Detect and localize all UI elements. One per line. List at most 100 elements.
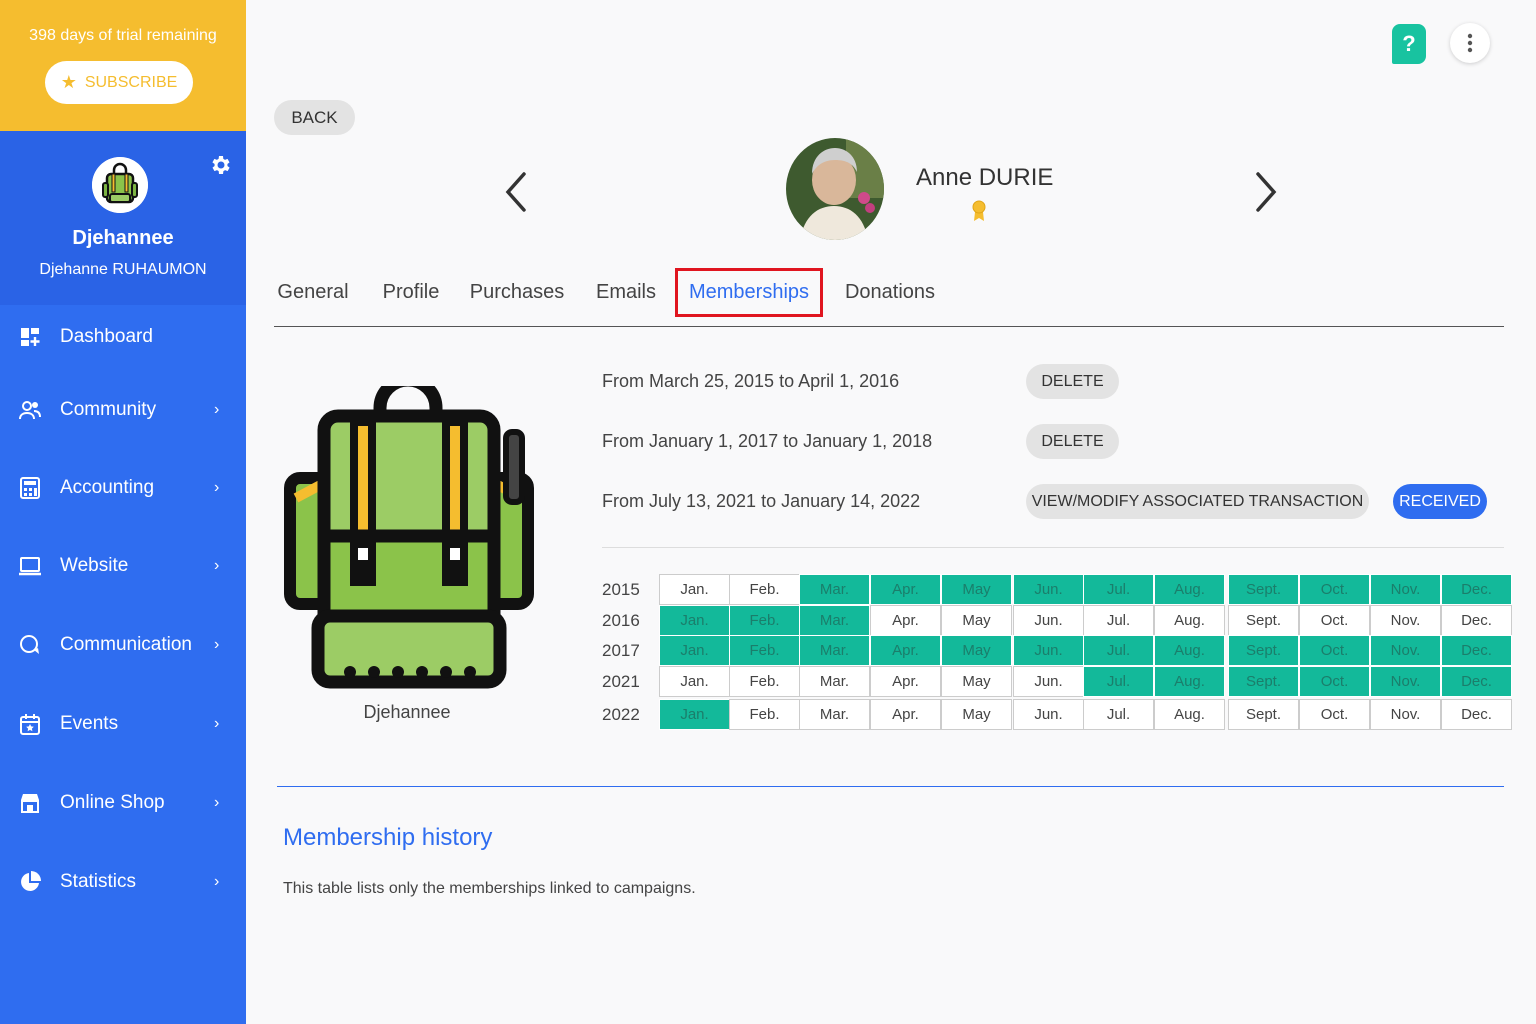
more-options-button[interactable] [1450,23,1490,63]
member-badge-icon [971,200,987,222]
calendar-month-cell: Jul. [1083,699,1154,730]
divider [277,786,1504,787]
calendar-month-cell: Feb. [729,574,800,605]
sidebar-item-label: Dashboard [60,326,153,347]
calendar-month-cell: Jul. [1083,574,1154,605]
delete-button[interactable]: DELETE [1026,424,1119,459]
divider [602,547,1504,548]
membership-caption: Djehannee [363,702,451,722]
sidebar-item-communication[interactable]: Communication › [0,617,246,673]
back-button[interactable]: BACK [274,100,355,135]
calendar-month-cell: Jun. [1013,605,1084,636]
website-icon [18,554,42,578]
calendar-month-cell: Mar. [799,699,870,730]
membership-history-description: This table lists only the memberships li… [283,880,696,897]
calendar-row: 2015 Jan. Feb. Mar. Apr. May Jun. Jul. Aug. Sept.… [602,574,1512,605]
calendar-month-cell: Dec. [1441,699,1512,730]
sidebar-item-statistics[interactable]: Statistics › [0,854,246,910]
calendar-row: 2017 Jan. Feb. Mar. Apr. May Jun. Jul. Aug. Sept.… [602,635,1512,666]
sidebar-item-dashboard[interactable]: Dashboard [0,309,246,365]
calendar-month-cell: Aug. [1154,574,1225,605]
statistics-icon [18,870,42,894]
calendar-month-cell: Aug. [1154,635,1225,666]
account-block: Djehannee Djehanne RUHAUMON [0,131,246,305]
chevron-right-icon: › [214,794,220,811]
membership-backpack-icon [284,373,534,690]
events-icon [18,712,42,736]
calendar-month-cell: Oct. [1299,574,1370,605]
calendar-month-cell: Jan. [659,574,730,605]
calendar-month-cell: Sept. [1228,605,1299,636]
calendar-month-cell: Sept. [1228,635,1299,666]
previous-contact-button[interactable] [502,170,530,214]
contact-name: Anne DURIE [916,164,1054,191]
gear-icon[interactable] [208,153,232,177]
calendar-month-cell: Oct. [1299,666,1370,697]
tab-purchases[interactable]: Purchases [470,268,565,317]
calendar-month-cell: Oct. [1299,605,1370,636]
sidebar-item-events[interactable]: Events › [0,696,246,752]
account-name: Djehannee [72,227,174,249]
next-contact-button[interactable] [1252,170,1280,214]
sidebar-item-accounting[interactable]: Accounting › [0,460,246,516]
chevron-right-icon: › [214,636,220,653]
calendar-month-cell: Jan. [659,605,730,636]
chevron-right-icon: › [214,557,220,574]
calendar-month-cell: Feb. [729,605,800,636]
tab-donations[interactable]: Donations [842,268,938,317]
sidebar: 398 days of trial remaining ★ SUBSCRIBE … [0,0,246,1024]
sidebar-item-label: Community [60,399,157,420]
sidebar-item-website[interactable]: Website › [0,538,246,594]
calendar-month-cell: Jun. [1013,574,1084,605]
received-status-button[interactable]: RECEIVED [1393,484,1487,519]
calendar-month-cell: Dec. [1441,605,1512,636]
sidebar-item-label: Events [60,713,119,734]
calendar-month-cell: Apr. [870,699,941,730]
calendar-month-cell: Feb. [729,699,800,730]
chevron-right-icon: › [214,401,220,418]
chevron-right-icon [1256,172,1277,212]
more-vertical-icon [1467,33,1473,53]
calendar-month-cell: Sept. [1228,666,1299,697]
calendar-year: 2021 [602,671,640,691]
calendar-month-cell: Nov. [1370,605,1441,636]
sidebar-item-label: Statistics [60,871,137,892]
view-modify-transaction-button[interactable]: VIEW/MODIFY ASSOCIATED TRANSACTION [1026,484,1369,519]
avatar[interactable] [92,157,148,213]
calendar-month-cell: Jun. [1013,666,1084,697]
calendar-month-cell: Jan. [659,635,730,666]
account-full-name: Djehanne RUHAUMON [39,261,207,278]
communication-icon [18,633,42,657]
calendar-month-cell: Jul. [1083,605,1154,636]
subscribe-button[interactable]: ★ SUBSCRIBE [45,61,193,104]
calendar-month-cell: Apr. [870,574,941,605]
calendar-month-cell: Nov. [1370,635,1441,666]
tab-general[interactable]: General [274,268,352,317]
accounting-icon [18,476,42,500]
membership-period-2: From January 1, 2017 to January 1, 2018 [602,431,933,451]
calendar-month-cell: Mar. [799,666,870,697]
sidebar-item-community[interactable]: Community › [0,382,246,438]
calendar-month-cell: Aug. [1154,666,1225,697]
calendar-month-cell: Jul. [1083,635,1154,666]
calendar-month-cell: Aug. [1154,699,1225,730]
sidebar-item-label: Accounting [60,477,155,498]
tab-memberships[interactable]: Memberships [675,268,823,317]
sidebar-item-label: Communication [60,634,192,655]
delete-button[interactable]: DELETE [1026,364,1119,399]
membership-history-title: Membership history [283,824,493,851]
calendar-row: 2021 Jan. Feb. Mar. Apr. May Jun. Jul. Aug. Sept.… [602,666,1512,697]
subscribe-label: SUBSCRIBE [84,73,178,91]
calendar-month-cell: Jun. [1013,699,1084,730]
calendar-row: 2016 Jan. Feb. Mar. Apr. May Jun. Jul. Aug. Sept.… [602,605,1512,636]
chevron-left-icon [505,172,526,212]
help-button[interactable]: ? [1392,24,1426,64]
tab-profile[interactable]: Profile [378,268,444,317]
calendar-month-cell: Jan. [659,699,730,730]
calendar-month-cell: Oct. [1299,699,1370,730]
calendar-month-cell: Apr. [870,635,941,666]
calendar-month-cell: Aug. [1154,605,1225,636]
sidebar-item-online-shop[interactable]: Online Shop › [0,775,246,831]
calendar-year: 2022 [602,704,640,724]
tab-emails[interactable]: Emails [594,268,658,317]
